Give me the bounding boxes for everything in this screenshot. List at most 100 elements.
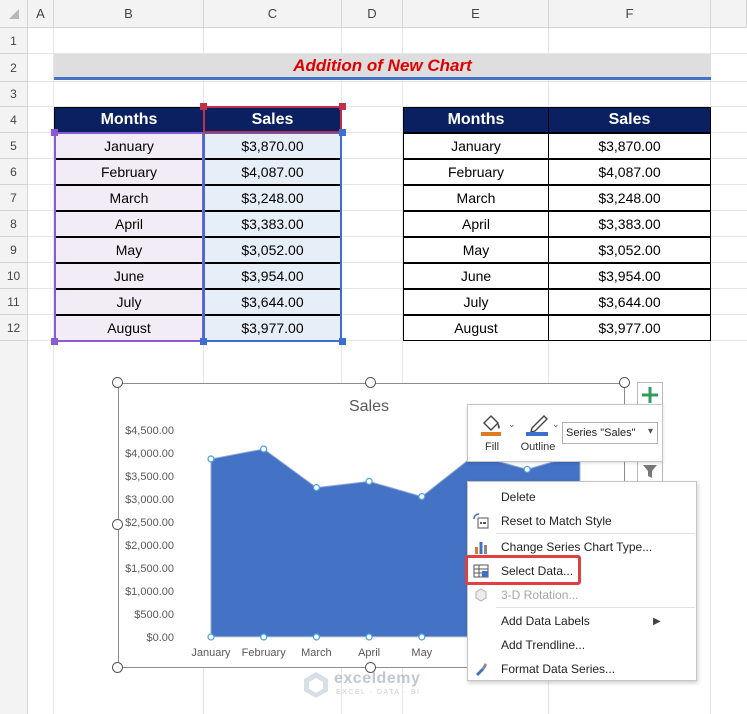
menu-item-add-data-labels[interactable]: Add Data Labels ▶	[468, 609, 697, 633]
y-tick-label: $3,000.00	[125, 494, 174, 506]
menu-separator	[496, 533, 695, 534]
row-header-6[interactable]: 6	[0, 159, 28, 185]
series-select-dropdown[interactable]: Series "Sales" ▾	[562, 422, 658, 444]
header-sales[interactable]: Sales	[548, 107, 711, 133]
menu-item-label: Format Data Series...	[501, 662, 616, 676]
range-handle[interactable]	[339, 103, 346, 110]
resize-handle[interactable]	[112, 519, 123, 530]
submenu-arrow-icon: ▶	[653, 615, 661, 627]
row-header-12[interactable]: 12	[0, 315, 28, 341]
data-point-base-marker[interactable]	[260, 633, 268, 641]
range-handle[interactable]	[339, 129, 346, 136]
row-header-10[interactable]: 10	[0, 263, 28, 289]
sales-cell[interactable]: $3,644.00	[548, 289, 711, 315]
menu-item-3d-rotation[interactable]: 3-D Rotation...	[468, 583, 697, 607]
fill-button[interactable]: ⌄ Fill	[476, 409, 516, 459]
row-header-3[interactable]: 3	[0, 82, 28, 107]
row-header-2[interactable]: 2	[0, 54, 28, 82]
range-handle[interactable]	[339, 338, 346, 345]
format-series-icon	[476, 663, 487, 676]
y-tick-label: $0.00	[146, 632, 174, 644]
row-header-7[interactable]: 7	[0, 185, 28, 211]
row-header-5[interactable]: 5	[0, 133, 28, 159]
menu-item-add-trendline[interactable]: Add Trendline...	[468, 633, 697, 657]
months-range-highlight	[54, 132, 204, 342]
month-cell[interactable]: February	[403, 159, 549, 185]
month-cell[interactable]: June	[403, 263, 549, 289]
row-header-11[interactable]: 11	[0, 289, 28, 315]
data-point-marker[interactable]	[418, 493, 426, 501]
sales-cell[interactable]: $3,977.00	[548, 315, 711, 341]
data-point-base-marker[interactable]	[207, 633, 215, 641]
column-header-b[interactable]: B	[54, 0, 204, 28]
range-handle[interactable]	[51, 129, 58, 136]
y-tick-label: $500.00	[134, 609, 174, 621]
menu-item-delete[interactable]: Delete	[468, 485, 697, 509]
row-header-filler	[0, 341, 28, 714]
month-cell[interactable]: March	[403, 185, 549, 211]
select-all-triangle-icon	[8, 8, 19, 19]
menu-item-format-data-series[interactable]: Format Data Series...	[468, 657, 697, 681]
data-point-marker[interactable]	[523, 465, 531, 473]
resize-handle[interactable]	[365, 377, 376, 388]
row-header-8[interactable]: 8	[0, 211, 28, 237]
column-header-f[interactable]: F	[549, 0, 711, 28]
chart-type-icon	[475, 542, 487, 554]
resize-handle[interactable]	[619, 377, 630, 388]
sales-cell[interactable]: $3,383.00	[548, 211, 711, 237]
sales-cell[interactable]: $3,052.00	[548, 237, 711, 263]
header-months[interactable]: Months	[403, 107, 549, 133]
y-tick-label: $1,000.00	[125, 586, 174, 598]
column-header-e[interactable]: E	[403, 0, 549, 28]
column-header-c[interactable]: C	[204, 0, 342, 28]
data-point-base-marker[interactable]	[365, 633, 373, 641]
menu-item-label: Delete	[501, 490, 536, 504]
month-cell[interactable]: May	[403, 237, 549, 263]
data-point-base-marker[interactable]	[312, 633, 320, 641]
month-cell[interactable]: August	[403, 315, 549, 341]
y-tick-label: $3,500.00	[125, 471, 174, 483]
data-point-base-marker[interactable]	[418, 633, 426, 641]
sheet-title[interactable]: Addition of New Chart	[54, 54, 711, 80]
watermark-name: exceldemy	[334, 670, 421, 687]
y-tick-label: $1,500.00	[125, 563, 174, 575]
resize-handle[interactable]	[112, 662, 123, 673]
data-point-marker[interactable]	[207, 455, 215, 463]
menu-item-label: 3-D Rotation...	[501, 588, 579, 602]
reset-style-icon	[473, 513, 489, 529]
sales-range-highlight	[203, 132, 342, 342]
column-header-a[interactable]: A	[28, 0, 54, 28]
y-tick-label: $4,500.00	[125, 425, 174, 437]
data-point-marker[interactable]	[260, 445, 268, 453]
column-header-d[interactable]: D	[342, 0, 403, 28]
range-handle[interactable]	[200, 103, 207, 110]
header-months[interactable]: Months	[54, 107, 204, 133]
month-cell[interactable]: July	[403, 289, 549, 315]
month-cell[interactable]: April	[403, 211, 549, 237]
sales-cell[interactable]: $3,870.00	[548, 133, 711, 159]
menu-item-label: Add Trendline...	[501, 638, 586, 652]
menu-item-label: Reset to Match Style	[501, 514, 612, 528]
sales-cell[interactable]: $3,954.00	[548, 263, 711, 289]
header-range-highlight	[203, 106, 342, 133]
select-data-highlight-box	[465, 555, 581, 585]
month-cell[interactable]: January	[403, 133, 549, 159]
data-point-marker[interactable]	[365, 477, 373, 485]
sales-cell[interactable]: $3,248.00	[548, 185, 711, 211]
resize-handle[interactable]	[112, 377, 123, 388]
sales-cell[interactable]: $4,087.00	[548, 159, 711, 185]
outline-button[interactable]: ⌄ Outline	[516, 409, 560, 459]
range-handle[interactable]	[200, 338, 207, 345]
data-point-marker[interactable]	[312, 483, 320, 492]
x-tick-label: February	[242, 647, 287, 659]
row-header-9[interactable]: 9	[0, 237, 28, 263]
x-tick-label: April	[358, 647, 380, 659]
range-handle[interactable]	[51, 338, 58, 345]
row-header-4[interactable]: 4	[0, 107, 28, 133]
menu-separator	[496, 607, 695, 608]
row-header-1[interactable]: 1	[0, 28, 28, 54]
menu-item-reset-style[interactable]: Reset to Match Style	[468, 509, 697, 533]
chart-title[interactable]: Sales	[349, 398, 389, 415]
select-all-corner[interactable]	[0, 0, 28, 28]
y-tick-label: $2,000.00	[125, 540, 174, 552]
